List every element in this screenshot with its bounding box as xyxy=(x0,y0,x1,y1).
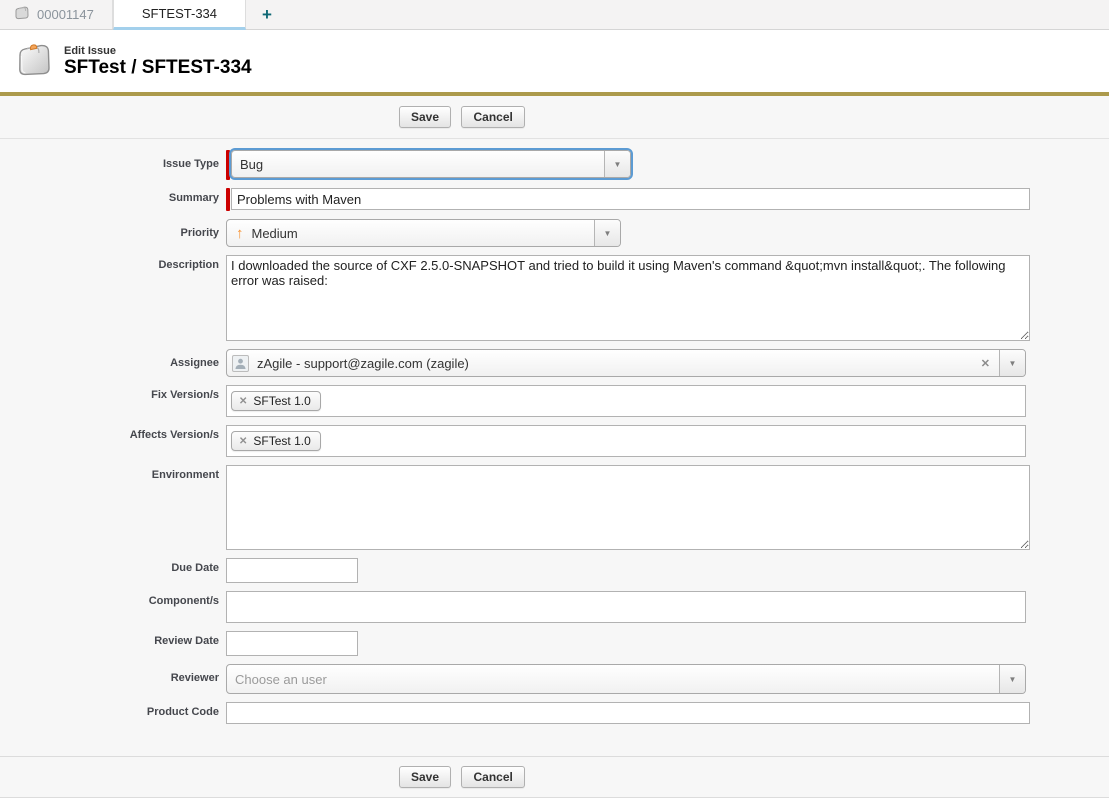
assignee-label: Assignee xyxy=(0,349,226,369)
reviewer-combobox[interactable]: Choose an user ▼ xyxy=(226,664,1026,694)
version-tag[interactable]: ✕ SFTest 1.0 xyxy=(231,391,321,411)
add-tab-button[interactable]: + xyxy=(246,0,288,29)
form-row-components: Component/s xyxy=(0,591,1109,623)
form-row-affects-versions: Affects Version/s ✕ SFTest 1.0 xyxy=(0,425,1109,457)
fix-versions-field[interactable]: ✕ SFTest 1.0 xyxy=(226,385,1026,417)
edit-issue-form: Issue Type Bug ▼ Summary Priority ↑ xyxy=(0,139,1109,756)
form-row-description: Description I downloaded the source of C… xyxy=(0,255,1109,341)
version-tag-label: SFTest 1.0 xyxy=(253,394,310,408)
case-icon xyxy=(14,6,30,23)
issue-icon xyxy=(14,42,54,82)
priority-combobox[interactable]: ↑ Medium ▼ xyxy=(226,219,621,247)
affects-versions-label: Affects Version/s xyxy=(0,425,226,441)
chevron-down-icon: ▼ xyxy=(614,160,622,169)
plus-icon: + xyxy=(262,5,272,25)
priority-medium-icon: ↑ xyxy=(227,226,244,241)
cancel-button[interactable]: Cancel xyxy=(461,106,524,128)
page-header: Edit Issue SFTest / SFTEST-334 xyxy=(0,30,1109,92)
page-header-text: Edit Issue SFTest / SFTEST-334 xyxy=(64,45,252,79)
chevron-down-icon: ▼ xyxy=(1009,359,1017,368)
components-input[interactable] xyxy=(226,591,1026,623)
reviewer-label: Reviewer xyxy=(0,664,226,684)
environment-textarea[interactable] xyxy=(226,465,1030,550)
components-label: Component/s xyxy=(0,591,226,607)
tab-label: 00001147 xyxy=(37,7,94,22)
assignee-dropdown-button[interactable]: ▼ xyxy=(999,350,1025,376)
toolbar-bottom: Save Cancel xyxy=(0,756,1109,797)
required-indicator xyxy=(226,150,230,180)
version-tag[interactable]: ✕ SFTest 1.0 xyxy=(231,431,321,451)
avatar xyxy=(232,355,249,372)
tab-record-00001147[interactable]: 00001147 xyxy=(0,0,113,29)
product-code-input[interactable] xyxy=(226,702,1030,724)
description-label: Description xyxy=(0,255,226,271)
browser-record-tabbar: 00001147 SFTEST-334 + xyxy=(0,0,1109,30)
required-indicator xyxy=(226,188,230,211)
form-row-review-date: Review Date xyxy=(0,631,1109,656)
chevron-down-icon: ▼ xyxy=(604,229,612,238)
priority-dropdown-button[interactable]: ▼ xyxy=(594,220,620,246)
version-tag-label: SFTest 1.0 xyxy=(253,434,310,448)
assignee-value: zAgile - support@zagile.com (zagile) xyxy=(249,356,972,371)
toolbar-top: Save Cancel xyxy=(0,96,1109,139)
clear-icon[interactable]: ✕ xyxy=(972,357,999,370)
save-button[interactable]: Save xyxy=(399,766,451,788)
form-row-summary: Summary xyxy=(0,188,1109,211)
assignee-combobox[interactable]: zAgile - support@zagile.com (zagile) ✕ ▼ xyxy=(226,349,1026,377)
review-date-input[interactable] xyxy=(226,631,358,656)
reviewer-placeholder: Choose an user xyxy=(227,672,999,687)
issue-type-value: Bug xyxy=(232,157,604,172)
page-eyebrow: Edit Issue xyxy=(64,45,252,57)
form-row-due-date: Due Date xyxy=(0,558,1109,583)
due-date-input[interactable] xyxy=(226,558,358,583)
form-row-priority: Priority ↑ Medium ▼ xyxy=(0,219,1109,247)
summary-input[interactable] xyxy=(231,188,1030,210)
chevron-down-icon: ▼ xyxy=(1009,675,1017,684)
form-row-environment: Environment xyxy=(0,465,1109,550)
page-title: SFTest / SFTEST-334 xyxy=(64,57,252,79)
product-code-label: Product Code xyxy=(0,702,226,718)
form-row-reviewer: Reviewer Choose an user ▼ xyxy=(0,664,1109,694)
save-button[interactable]: Save xyxy=(399,106,451,128)
remove-tag-icon[interactable]: ✕ xyxy=(239,396,247,407)
summary-label: Summary xyxy=(0,188,226,204)
affects-versions-field[interactable]: ✕ SFTest 1.0 xyxy=(226,425,1026,457)
form-row-issue-type: Issue Type Bug ▼ xyxy=(0,150,1109,180)
tab-label: SFTEST-334 xyxy=(142,6,217,21)
remove-tag-icon[interactable]: ✕ xyxy=(239,436,247,447)
issue-type-combobox[interactable]: Bug ▼ xyxy=(231,150,631,178)
due-date-label: Due Date xyxy=(0,558,226,574)
form-row-product-code: Product Code xyxy=(0,702,1109,724)
form-row-assignee: Assignee zAgile - support@zagile.com (za… xyxy=(0,349,1109,377)
environment-label: Environment xyxy=(0,465,226,481)
review-date-label: Review Date xyxy=(0,631,226,647)
cancel-button[interactable]: Cancel xyxy=(461,766,524,788)
priority-label: Priority xyxy=(0,219,226,239)
issue-type-label: Issue Type xyxy=(0,150,226,170)
tab-sftest-334[interactable]: SFTEST-334 xyxy=(113,0,246,30)
edit-issue-panel: Save Cancel Issue Type Bug ▼ Summary xyxy=(0,92,1109,798)
fix-versions-label: Fix Version/s xyxy=(0,385,226,401)
description-textarea[interactable]: I downloaded the source of CXF 2.5.0-SNA… xyxy=(226,255,1030,341)
reviewer-dropdown-button[interactable]: ▼ xyxy=(999,665,1025,693)
form-row-fix-versions: Fix Version/s ✕ SFTest 1.0 xyxy=(0,385,1109,417)
issue-type-dropdown-button[interactable]: ▼ xyxy=(604,151,630,177)
priority-value: Medium xyxy=(244,226,595,241)
